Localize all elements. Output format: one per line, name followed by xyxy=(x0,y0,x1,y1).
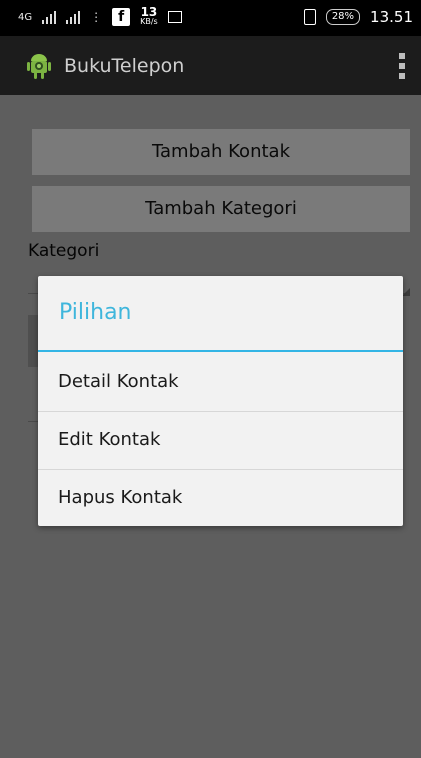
detail-contact-option[interactable]: Detail Kontak xyxy=(38,353,403,411)
options-dialog: Pilihan Detail Kontak Edit Kontak Hapus … xyxy=(38,276,403,526)
status-right: 28% 13.51 xyxy=(303,8,413,26)
android-icon xyxy=(27,54,51,79)
signal-bars-icon xyxy=(42,10,57,24)
battery-indicator: 28% xyxy=(325,9,361,25)
speed-unit: KB/s xyxy=(140,17,158,26)
dialog-title-divider xyxy=(38,350,403,352)
clock: 13.51 xyxy=(370,8,413,26)
image-notification-icon xyxy=(167,11,182,23)
signal-bars-2-icon xyxy=(66,10,81,24)
action-bar: BukuTelepon xyxy=(0,36,421,95)
network-speed: 13 KB/s xyxy=(140,5,158,26)
vibrate-icon xyxy=(303,9,316,25)
network-type: 4G xyxy=(18,11,33,23)
status-left: 4G ⋮ f 13 KB/s xyxy=(18,5,182,26)
facebook-icon: f xyxy=(112,8,131,26)
speed-value: 13 xyxy=(140,5,158,19)
dots-icon: ⋮ xyxy=(90,10,103,24)
category-label: Kategori xyxy=(28,241,100,261)
option-label: Edit Kontak xyxy=(58,429,161,450)
status-bar: 4G ⋮ f 13 KB/s 28% 13.51 xyxy=(0,0,421,36)
add-category-button[interactable]: Tambah Kategori xyxy=(32,186,410,232)
overflow-menu-icon[interactable] xyxy=(399,53,405,79)
edit-contact-option[interactable]: Edit Kontak xyxy=(38,411,403,469)
add-contact-button[interactable]: Tambah Kontak xyxy=(32,129,410,175)
spinner-arrow-icon xyxy=(402,288,410,296)
option-label: Detail Kontak xyxy=(58,371,179,392)
phone-screen: 4G ⋮ f 13 KB/s 28% 13.51 BukuTelepon Tam… xyxy=(0,0,421,758)
app-title: BukuTelepon xyxy=(64,55,185,77)
delete-contact-option[interactable]: Hapus Kontak xyxy=(38,469,403,527)
option-label: Hapus Kontak xyxy=(58,487,183,508)
dialog-title: Pilihan xyxy=(59,300,132,325)
